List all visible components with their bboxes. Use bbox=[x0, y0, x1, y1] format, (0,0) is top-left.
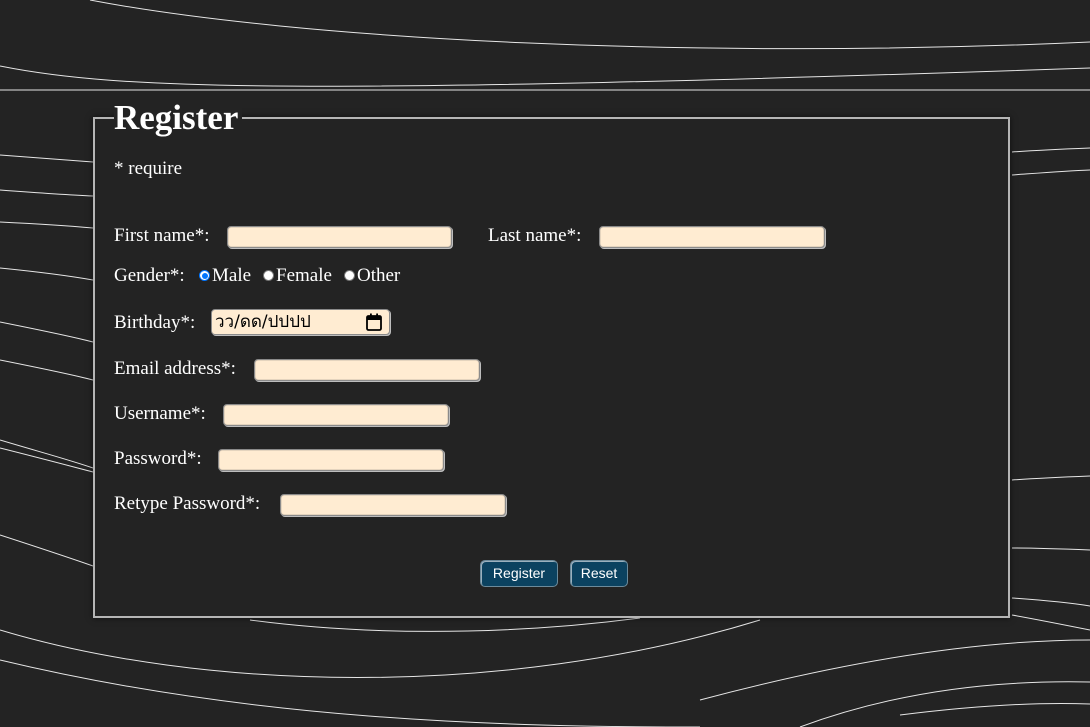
email-input[interactable] bbox=[254, 359, 480, 381]
register-button[interactable]: Register bbox=[480, 560, 558, 587]
birthday-date-input[interactable]: วว/ดด/ปปปป bbox=[211, 309, 390, 335]
gender-radio-other[interactable] bbox=[344, 270, 355, 281]
first-name-input[interactable] bbox=[227, 226, 452, 248]
password-label: Password*: bbox=[114, 448, 202, 469]
gender-radio-male[interactable] bbox=[199, 270, 210, 281]
gender-option-female-label: Female bbox=[276, 265, 332, 286]
gender-radio-female[interactable] bbox=[263, 270, 274, 281]
first-name-label: First name*: bbox=[114, 225, 210, 246]
last-name-input[interactable] bbox=[599, 226, 825, 248]
retype-password-input[interactable] bbox=[280, 494, 506, 516]
email-label: Email address*: bbox=[114, 358, 236, 379]
birthday-placeholder: วว/ดด/ปปปป bbox=[215, 312, 311, 332]
retype-password-label: Retype Password*: bbox=[114, 493, 261, 514]
username-input[interactable] bbox=[223, 404, 449, 426]
page-title: Register bbox=[114, 97, 243, 139]
gender-option-male-label: Male bbox=[212, 265, 252, 286]
password-input[interactable] bbox=[218, 449, 444, 471]
gender-option-other-label: Other bbox=[357, 265, 401, 286]
last-name-label: Last name*: bbox=[488, 225, 582, 246]
gender-label: Gender*: bbox=[114, 265, 185, 286]
calendar-icon[interactable] bbox=[366, 313, 382, 331]
username-label: Username*: bbox=[114, 403, 206, 424]
birthday-label: Birthday*: bbox=[114, 312, 196, 333]
reset-button[interactable]: Reset bbox=[570, 560, 628, 587]
require-note: * require bbox=[114, 158, 183, 179]
